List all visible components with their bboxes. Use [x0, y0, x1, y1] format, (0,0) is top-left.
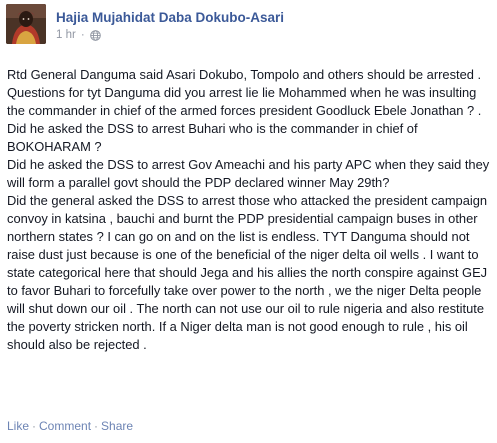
meta-separator: · — [80, 29, 85, 41]
avatar[interactable] — [6, 4, 46, 44]
share-button[interactable]: Share — [101, 418, 133, 434]
action-separator: · — [94, 419, 99, 433]
globe-icon[interactable] — [89, 29, 101, 41]
post-actions: Like · Comment · Share — [7, 418, 133, 434]
comment-button[interactable]: Comment — [39, 418, 91, 434]
author-name-link[interactable]: Hajia Mujahidat Daba Dokubo-Asari — [56, 9, 284, 26]
post-paragraph: Rtd General Danguma said Asari Dokubo, T… — [7, 67, 482, 118]
action-separator: · — [32, 419, 37, 433]
facebook-post: Hajia Mujahidat Daba Dokubo-Asari 1 hr ·… — [0, 0, 497, 443]
post-paragraph: Did the general asked the DSS to arrest … — [7, 193, 488, 352]
post-header: Hajia Mujahidat Daba Dokubo-Asari 1 hr · — [6, 4, 284, 48]
post-paragraph: Did he asked the DSS to arrest Buhari wh… — [7, 121, 418, 154]
post-timestamp[interactable]: 1 hr — [56, 28, 76, 42]
like-button[interactable]: Like — [7, 418, 29, 434]
post-body: Rtd General Danguma said Asari Dokubo, T… — [7, 66, 493, 354]
post-paragraph: Did he asked the DSS to arrest Gov Ameac… — [7, 157, 490, 190]
post-meta: Hajia Mujahidat Daba Dokubo-Asari 1 hr · — [56, 4, 284, 42]
post-subline: 1 hr · — [56, 28, 284, 42]
